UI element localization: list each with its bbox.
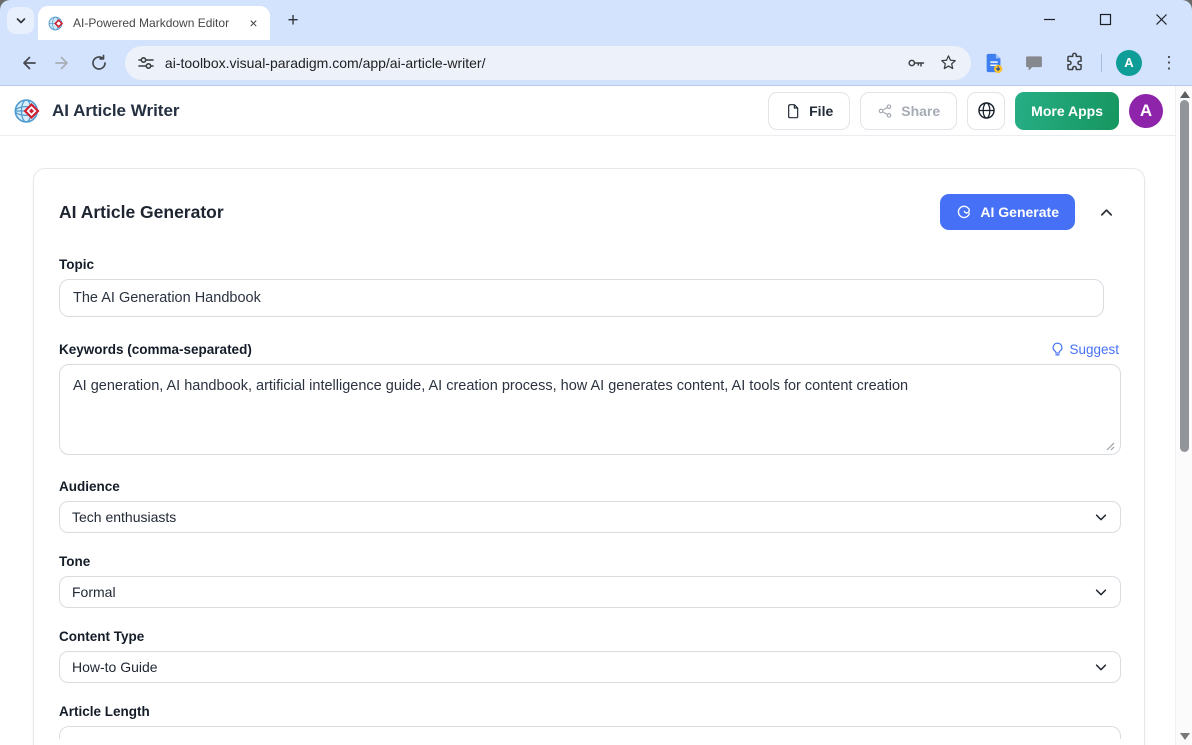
scroll-down-icon[interactable]: [1180, 733, 1190, 740]
page-title: AI Article Writer: [52, 101, 180, 121]
browser-profile-avatar[interactable]: A: [1116, 50, 1142, 76]
forward-icon[interactable]: [49, 48, 79, 78]
audience-label: Audience: [59, 479, 1119, 494]
tone-field: Tone Formal: [59, 554, 1119, 608]
article-length-field: Article Length: [59, 704, 1119, 739]
address-bar[interactable]: ai-toolbox.visual-paradigm.com/app/ai-ar…: [125, 46, 971, 80]
collapse-chevron-up-icon[interactable]: [1093, 199, 1119, 225]
favicon-globe-diamond-icon: [48, 15, 65, 32]
extensions-puzzle-icon[interactable]: [1061, 50, 1087, 76]
tone-select[interactable]: Formal: [59, 576, 1121, 608]
chevron-down-icon: [1094, 585, 1108, 599]
lightbulb-icon: [1051, 342, 1064, 357]
language-globe-button[interactable]: [967, 92, 1005, 130]
suggest-label: Suggest: [1069, 342, 1119, 357]
keywords-field: Keywords (comma-separated) Suggest AI ge…: [59, 342, 1119, 455]
browser-toolbar: ai-toolbox.visual-paradigm.com/app/ai-ar…: [0, 40, 1192, 86]
scroll-up-icon[interactable]: [1180, 91, 1190, 98]
topic-input[interactable]: [59, 279, 1104, 317]
share-button[interactable]: Share: [860, 92, 957, 130]
minimize-icon[interactable]: [1034, 4, 1064, 34]
app-logo-icon: [14, 97, 42, 125]
tab-title: AI-Powered Markdown Editor: [73, 16, 245, 30]
site-settings-icon[interactable]: [137, 54, 155, 72]
app-header: AI Article Writer File Share More Apps A: [0, 86, 1175, 136]
page-scrollbar[interactable]: [1175, 86, 1192, 745]
keywords-textarea[interactable]: AI generation, AI handbook, artificial i…: [59, 364, 1121, 455]
content-type-field: Content Type How-to Guide: [59, 629, 1119, 683]
topic-field: Topic: [59, 257, 1119, 317]
topic-label: Topic: [59, 257, 1119, 272]
audience-select[interactable]: Tech enthusiasts: [59, 501, 1121, 533]
globe-icon: [977, 101, 996, 120]
browser-window: AI-Powered Markdown Editor × +: [0, 0, 1192, 745]
browser-menu-kebab-icon[interactable]: ⋮: [1156, 50, 1182, 76]
password-key-icon[interactable]: [903, 50, 929, 76]
audience-value: Tech enthusiasts: [72, 509, 1094, 525]
window-controls: [1034, 0, 1184, 38]
tab-close-icon[interactable]: ×: [245, 15, 262, 32]
generator-card: AI Article Generator AI Generate Topic: [33, 168, 1145, 745]
keywords-label: Keywords (comma-separated): [59, 342, 252, 357]
url-text[interactable]: ai-toolbox.visual-paradigm.com/app/ai-ar…: [165, 55, 897, 71]
article-length-select[interactable]: [59, 726, 1121, 739]
share-icon: [877, 103, 893, 119]
browser-tab[interactable]: AI-Powered Markdown Editor ×: [38, 6, 270, 40]
web-page: AI Article Writer File Share More Apps A: [0, 86, 1192, 745]
tab-strip: AI-Powered Markdown Editor × +: [0, 0, 1192, 40]
user-avatar[interactable]: A: [1129, 94, 1163, 128]
share-button-label: Share: [901, 103, 940, 119]
file-icon: [785, 103, 801, 119]
ai-sparkle-icon: [956, 204, 972, 220]
chevron-down-icon: [1094, 660, 1108, 674]
chat-extension-icon[interactable]: [1021, 50, 1047, 76]
back-icon[interactable]: [13, 48, 43, 78]
content-type-label: Content Type: [59, 629, 1119, 644]
ai-generate-label: AI Generate: [980, 204, 1059, 220]
content-type-value: How-to Guide: [72, 659, 1094, 675]
bookmark-star-icon[interactable]: [935, 50, 961, 76]
scrollbar-thumb[interactable]: [1180, 100, 1189, 452]
toolbar-divider: [1101, 54, 1102, 72]
suggest-button[interactable]: Suggest: [1051, 342, 1119, 357]
more-apps-button[interactable]: More Apps: [1015, 92, 1119, 130]
docs-extension-icon[interactable]: [981, 50, 1007, 76]
ai-generate-button[interactable]: AI Generate: [940, 194, 1075, 230]
window-close-icon[interactable]: [1146, 4, 1176, 34]
extensions-area: A ⋮: [981, 50, 1182, 76]
tab-search-button[interactable]: [7, 7, 34, 34]
chevron-down-icon: [15, 15, 27, 27]
file-button[interactable]: File: [768, 92, 850, 130]
file-button-label: File: [809, 103, 833, 119]
reload-icon[interactable]: [84, 48, 114, 78]
article-length-label: Article Length: [59, 704, 1119, 719]
tone-label: Tone: [59, 554, 1119, 569]
content-type-select[interactable]: How-to Guide: [59, 651, 1121, 683]
maximize-icon[interactable]: [1090, 4, 1120, 34]
main-content: AI Article Generator AI Generate Topic: [0, 136, 1175, 745]
card-title: AI Article Generator: [59, 202, 224, 223]
new-tab-button[interactable]: +: [280, 8, 306, 34]
audience-field: Audience Tech enthusiasts: [59, 479, 1119, 533]
tone-value: Formal: [72, 584, 1094, 600]
chevron-down-icon: [1094, 510, 1108, 524]
